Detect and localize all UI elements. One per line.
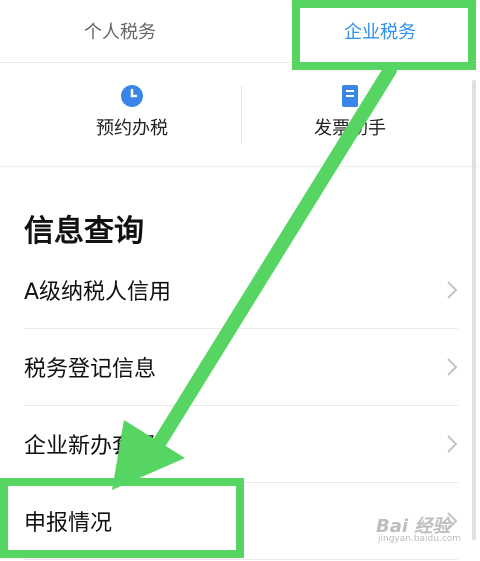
list-item-label: A级纳税人信用 <box>24 280 172 305</box>
screen: 个人税务 企业税务 预约办税 发票助手 信息查询 A级纳税人信用 税务登记信息 … <box>0 0 480 561</box>
scrollbar[interactable] <box>472 80 476 540</box>
divider <box>241 86 242 144</box>
baidu-watermark: Bai 经验 jingyan.baidu.com <box>368 510 464 550</box>
invoice-icon <box>342 85 358 107</box>
quick-action-label: 预约办税 <box>96 118 168 139</box>
chevron-right-icon <box>447 435 458 453</box>
quick-action-invoice[interactable]: 发票助手 <box>240 84 460 144</box>
list-item-registration[interactable]: 税务登记信息 <box>24 329 458 406</box>
chevron-right-icon <box>447 281 458 299</box>
highlight-enterprise-tab <box>292 0 476 70</box>
chevron-right-icon <box>447 358 458 376</box>
list-item-label: 企业新办套餐 <box>24 434 157 459</box>
list-item-new-company[interactable]: 企业新办套餐 <box>24 406 458 483</box>
quick-action-label: 发票助手 <box>314 118 386 139</box>
section-title: 信息查询 <box>24 214 144 249</box>
tab-personal-tax[interactable]: 个人税务 <box>40 0 200 62</box>
highlight-declaration-item <box>0 478 244 558</box>
quick-action-appointment[interactable]: 预约办税 <box>22 84 242 144</box>
clock-icon <box>121 85 143 107</box>
watermark-subtext: jingyan.baidu.com <box>378 534 462 544</box>
list-item-label: 税务登记信息 <box>24 357 157 382</box>
list-item-credit[interactable]: A级纳税人信用 <box>24 252 458 329</box>
quick-actions: 预约办税 发票助手 <box>0 62 480 167</box>
